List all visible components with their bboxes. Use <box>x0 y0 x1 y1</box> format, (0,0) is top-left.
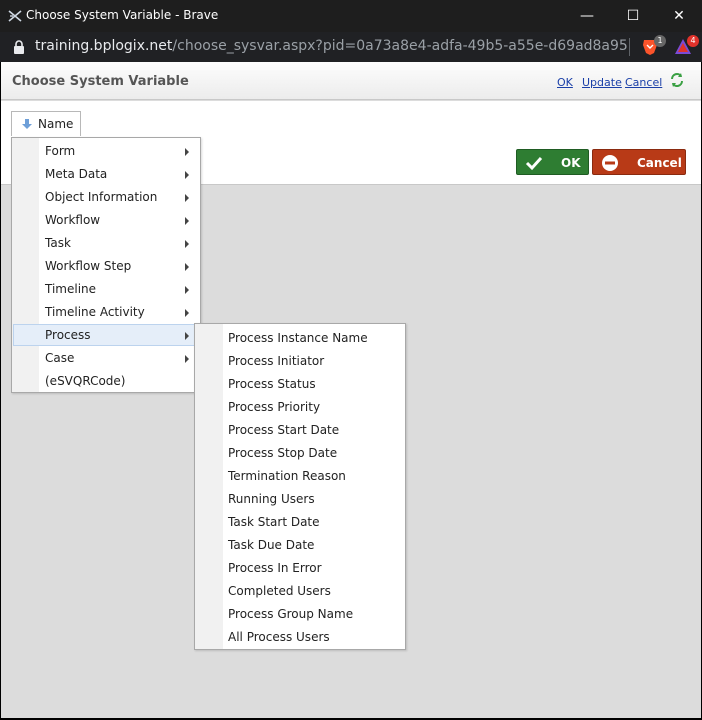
address-separator <box>629 38 630 56</box>
checkmark-icon <box>525 156 543 171</box>
submenu-item-label: Process In Error <box>228 561 322 575</box>
chevron-right-icon <box>185 171 189 179</box>
process-submenu: Process Instance Name Process Initiator … <box>194 323 406 650</box>
close-icon: ✕ <box>673 8 685 24</box>
header-ok-link[interactable]: OK <box>557 76 573 89</box>
dialog-title: Choose System Variable <box>12 74 189 89</box>
menu-item-label: (eSVQRCode) <box>45 374 126 388</box>
maximize-icon: ☐ <box>626 8 640 24</box>
chevron-right-icon <box>185 194 189 202</box>
url-field[interactable]: training.bplogix.net/choose_sysvar.aspx?… <box>35 38 627 54</box>
cancel-button[interactable]: Cancel <box>592 149 686 175</box>
submenu-item-all-process-users[interactable]: All Process Users <box>196 626 404 648</box>
window-title: Choose System Variable - Brave <box>26 8 219 22</box>
brave-shields-button[interactable]: 1 <box>640 35 666 57</box>
submenu-item-process-status[interactable]: Process Status <box>196 373 404 395</box>
lock-icon <box>14 40 24 54</box>
refresh-icon[interactable] <box>669 72 685 88</box>
url-path: /choose_sysvar.aspx?pid=0a73a8e4-adfa-49… <box>172 38 627 54</box>
submenu-item-process-instance-name[interactable]: Process Instance Name <box>196 327 404 349</box>
name-tab[interactable]: Name <box>11 111 81 136</box>
header-cancel-link[interactable]: Cancel <box>625 76 662 89</box>
submenu-item-label: Process Group Name <box>228 607 354 621</box>
menu-item-label: Workflow <box>45 213 101 227</box>
maximize-button[interactable]: ☐ <box>610 0 656 32</box>
submenu-item-process-priority[interactable]: Process Priority <box>196 396 404 418</box>
address-bar: training.bplogix.net/choose_sysvar.aspx?… <box>0 32 702 62</box>
submenu-item-label: Process Status <box>228 377 316 391</box>
menu-item-label: Timeline <box>45 282 97 296</box>
ok-button-label: OK <box>561 156 581 170</box>
chevron-right-icon <box>185 217 189 225</box>
chevron-right-icon <box>185 309 189 317</box>
chevron-right-icon <box>185 332 189 340</box>
submenu-item-process-in-error[interactable]: Process In Error <box>196 557 404 579</box>
cancel-button-label: Cancel <box>637 156 682 170</box>
menu-item-timeline[interactable]: Timeline <box>13 278 199 300</box>
menu-item-label: Form <box>45 144 76 158</box>
chevron-right-icon <box>185 286 189 294</box>
submenu-item-label: Process Start Date <box>228 423 340 437</box>
submenu-item-label: Process Stop Date <box>228 446 338 460</box>
menu-item-workflow-step[interactable]: Workflow Step <box>13 255 199 277</box>
menu-item-label: Task <box>45 236 71 250</box>
chevron-right-icon <box>185 148 189 156</box>
menu-item-case[interactable]: Case <box>13 347 199 369</box>
submenu-item-termination-reason[interactable]: Termination Reason <box>196 465 404 487</box>
submenu-item-label: Task Start Date <box>228 515 320 529</box>
submenu-item-label: Task Due Date <box>228 538 315 552</box>
close-button[interactable]: ✕ <box>656 0 702 32</box>
menu-item-label: Case <box>45 351 75 365</box>
menu-item-timeline-activity[interactable]: Timeline Activity <box>13 301 199 323</box>
window-titlebar: Choose System Variable - Brave — ☐ ✕ <box>0 0 702 32</box>
submenu-item-process-start-date[interactable]: Process Start Date <box>196 419 404 441</box>
submenu-item-label: Completed Users <box>228 584 331 598</box>
minimize-icon: — <box>580 8 594 24</box>
menu-item-label: Workflow Step <box>45 259 132 273</box>
menu-item-object-information[interactable]: Object Information <box>13 186 199 208</box>
submenu-item-label: Termination Reason <box>228 469 346 483</box>
minimize-button[interactable]: — <box>564 0 610 32</box>
submenu-item-task-start-date[interactable]: Task Start Date <box>196 511 404 533</box>
chevron-right-icon <box>185 355 189 363</box>
header-update-link[interactable]: Update <box>582 76 622 89</box>
variable-category-menu: Form Meta Data Object Information Workfl… <box>11 137 201 393</box>
shields-badge: 1 <box>654 35 666 47</box>
chevron-right-icon <box>185 263 189 271</box>
submenu-item-label: Process Instance Name <box>228 331 368 345</box>
url-host: training.bplogix.net <box>35 38 173 54</box>
submenu-item-completed-users[interactable]: Completed Users <box>196 580 404 602</box>
rewards-badge: 4 <box>687 35 699 47</box>
submenu-item-process-stop-date[interactable]: Process Stop Date <box>196 442 404 464</box>
brave-rewards-button[interactable]: 4 <box>673 35 699 57</box>
minus-circle-icon <box>602 155 618 171</box>
submenu-item-label: Process Priority <box>228 400 321 414</box>
submenu-item-process-initiator[interactable]: Process Initiator <box>196 350 404 372</box>
submenu-item-label: Running Users <box>228 492 315 506</box>
submenu-item-task-due-date[interactable]: Task Due Date <box>196 534 404 556</box>
name-tab-label: Name <box>38 117 74 131</box>
menu-item-form[interactable]: Form <box>13 140 199 162</box>
arrow-down-icon <box>22 119 32 129</box>
submenu-item-process-group-name[interactable]: Process Group Name <box>196 603 404 625</box>
menu-item-process[interactable]: Process <box>13 324 199 346</box>
menu-item-label: Meta Data <box>45 167 108 181</box>
menu-item-task[interactable]: Task <box>13 232 199 254</box>
menu-item-meta-data[interactable]: Meta Data <box>13 163 199 185</box>
submenu-item-label: Process Initiator <box>228 354 325 368</box>
menu-item-label: Timeline Activity <box>45 305 145 319</box>
app-icon <box>8 10 22 22</box>
chevron-right-icon <box>185 240 189 248</box>
submenu-item-running-users[interactable]: Running Users <box>196 488 404 510</box>
menu-item-label: Object Information <box>45 190 158 204</box>
submenu-item-label: All Process Users <box>228 630 330 644</box>
menu-item-workflow[interactable]: Workflow <box>13 209 199 231</box>
menu-item-label: Process <box>45 328 91 342</box>
menu-item-esvqrcode[interactable]: (eSVQRCode) <box>13 370 199 392</box>
ok-button[interactable]: OK <box>516 149 589 175</box>
dialog-header: Choose System Variable OK Update Cancel <box>1 62 701 100</box>
